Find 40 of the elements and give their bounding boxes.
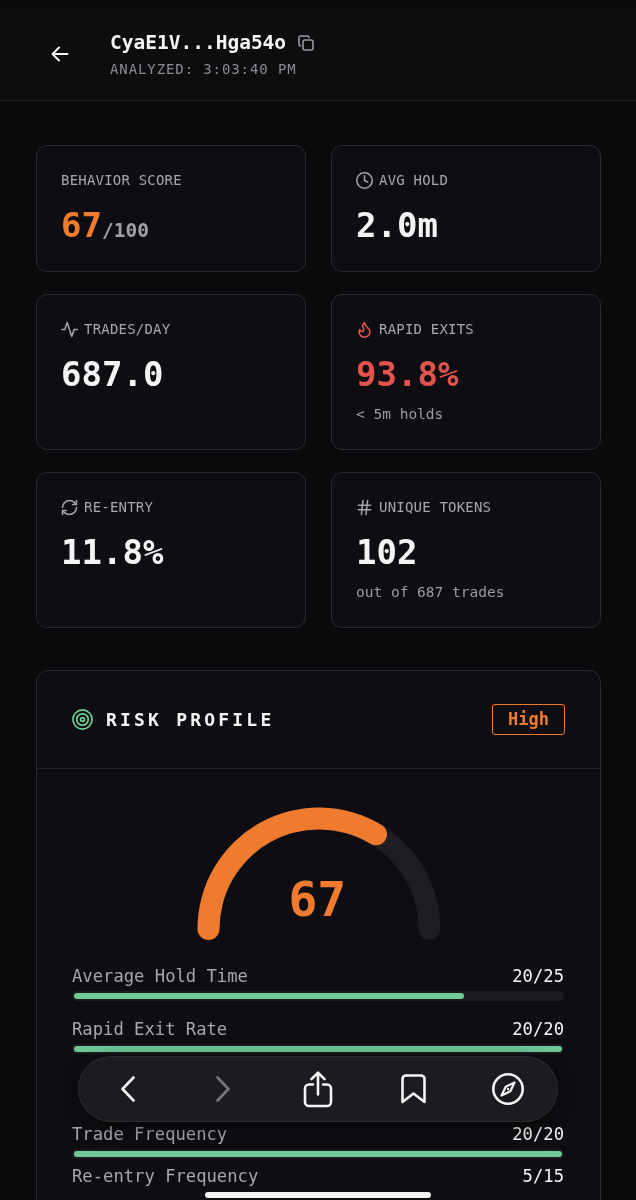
stat-value: 67 <box>61 205 102 245</box>
stat-label: TRADES/DAY <box>84 320 171 338</box>
circular-arrows-icon <box>61 498 78 516</box>
factor-label: Rapid Exit Rate <box>72 1018 228 1040</box>
share-icon[interactable] <box>303 1070 333 1108</box>
wallet-address: CyaE1V...Hga54o <box>110 30 287 55</box>
stat-note: < 5m holds <box>356 405 444 423</box>
stat-note: out of 687 trades <box>356 583 505 601</box>
factor-label: Average Hold Time <box>72 965 248 987</box>
risk-level-badge: High <box>492 704 565 735</box>
factor-label: Re-entry Frequency <box>72 1165 259 1187</box>
stat-value: 2.0m <box>356 205 438 245</box>
factor-score: 20/20 <box>512 1018 564 1040</box>
bookmark-icon[interactable] <box>399 1074 427 1104</box>
flame-icon <box>356 320 373 338</box>
gauge-value: 67 <box>288 871 347 927</box>
section-title: RISK PROFILE <box>106 709 275 730</box>
stat-value: 93.8% <box>356 354 459 394</box>
pulse-line-icon <box>61 320 78 338</box>
analyzed-time: ANALYZED: 3:03:40 PM <box>110 59 297 78</box>
arrow-left-icon[interactable] <box>51 46 69 62</box>
stat-value: 11.8% <box>61 532 164 572</box>
stat-value: 687.0 <box>61 354 164 394</box>
stat-unit: /100 <box>101 219 149 243</box>
factor-label: Trade Frequency <box>72 1123 228 1145</box>
factor-score: 5/15 <box>522 1165 564 1187</box>
hash-icon <box>356 498 373 516</box>
stat-label: RE-ENTRY <box>84 498 154 516</box>
stat-label: UNIQUE TOKENS <box>379 498 492 516</box>
compass-icon[interactable] <box>492 1073 524 1105</box>
stat-label: AVG HOLD <box>379 171 449 189</box>
stat-value: 102 <box>356 532 418 572</box>
clock-icon <box>356 171 373 189</box>
stat-label: RAPID EXITS <box>379 320 474 338</box>
factor-score: 20/25 <box>512 965 564 987</box>
stat-label: BEHAVIOR SCORE <box>61 171 182 189</box>
chevron-left-icon[interactable] <box>121 1076 135 1102</box>
target-icon <box>72 709 93 730</box>
copy-icon[interactable] <box>298 34 315 51</box>
factor-score: 20/20 <box>512 1123 564 1145</box>
